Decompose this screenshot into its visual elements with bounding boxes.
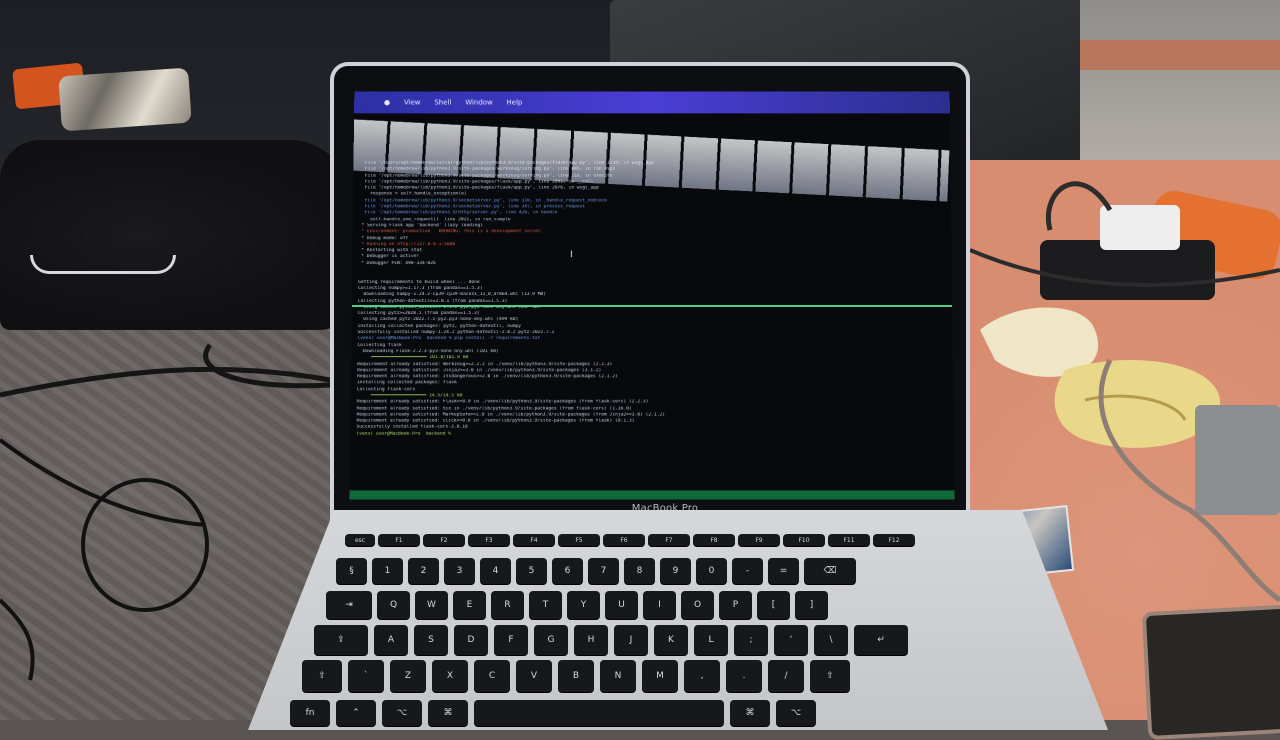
key-x[interactable]: X [432,660,468,692]
key-3[interactable]: 3 [444,558,475,584]
key-u[interactable]: U [605,591,638,619]
key-1[interactable]: 1 [372,558,403,584]
key-f[interactable]: F [494,625,528,655]
key-symbol[interactable]: § [336,558,367,584]
key-space[interactable] [474,700,724,726]
key-symbol[interactable]: , [684,660,720,692]
key-a[interactable]: A [374,625,408,655]
key-c[interactable]: C [474,660,510,692]
key-symbol[interactable]: ] [795,591,828,619]
key-r[interactable]: R [491,591,524,619]
key-f8[interactable]: F8 [693,534,735,546]
key-o[interactable]: O [681,591,714,619]
key-e[interactable]: E [453,591,486,619]
key-y[interactable]: Y [567,591,600,619]
key-symbol[interactable]: [ [757,591,790,619]
key-d[interactable]: D [454,625,488,655]
key-symbol[interactable]: \ [814,625,848,655]
key-symbol[interactable]: ↵ [854,625,908,655]
key-f7[interactable]: F7 [648,534,690,546]
key-2[interactable]: 2 [408,558,439,584]
key-f5[interactable]: F5 [558,534,600,546]
key-f12[interactable]: F12 [873,534,915,546]
key-symbol[interactable]: ⇧ [302,660,342,692]
key-symbol[interactable]: - [732,558,763,584]
key-symbol[interactable]: ⌘ [730,700,770,726]
key-f9[interactable]: F9 [738,534,780,546]
key-4[interactable]: 4 [480,558,511,584]
key-7[interactable]: 7 [588,558,619,584]
key-symbol[interactable]: ⌃ [336,700,376,726]
key-symbol[interactable]: ⌫ [804,558,856,584]
key-symbol[interactable]: ⌘ [428,700,468,726]
key-z[interactable]: Z [390,660,426,692]
key-symbol[interactable]: . [726,660,762,692]
key-w[interactable]: W [415,591,448,619]
key-symbol[interactable]: ⌥ [382,700,422,726]
key-symbol[interactable]: ' [774,625,808,655]
key-symbol[interactable]: ` [348,660,384,692]
keyboard: esc F1 F2 F3 F4 F5 F6 F7 F8 F9 F10 F11 F12 § 1 2 3 4 5 6 7 8 9… [0,0,1280,726]
key-f6[interactable]: F6 [603,534,645,546]
key-v[interactable]: V [516,660,552,692]
key-f4[interactable]: F4 [513,534,555,546]
key-j[interactable]: J [614,625,648,655]
key-f3[interactable]: F3 [468,534,510,546]
key-f10[interactable]: F10 [783,534,825,546]
key-h[interactable]: H [574,625,608,655]
key-9[interactable]: 9 [660,558,691,584]
key-symbol[interactable]: ⇥ [326,591,372,619]
key-g[interactable]: G [534,625,568,655]
key-l[interactable]: L [694,625,728,655]
key-0[interactable]: 0 [696,558,727,584]
key-symbol[interactable]: ⇪ [314,625,368,655]
key-b[interactable]: B [558,660,594,692]
key-symbol[interactable]: ; [734,625,768,655]
key-p[interactable]: P [719,591,752,619]
key-symbol[interactable]: / [768,660,804,692]
key-8[interactable]: 8 [624,558,655,584]
key-esc[interactable]: esc [345,534,375,546]
key-i[interactable]: I [643,591,676,619]
key-symbol[interactable]: ⌥ [776,700,816,726]
key-k[interactable]: K [654,625,688,655]
key-symbol[interactable]: = [768,558,799,584]
key-fn[interactable]: fn [290,700,330,726]
key-n[interactable]: N [600,660,636,692]
key-f11[interactable]: F11 [828,534,870,546]
key-f2[interactable]: F2 [423,534,465,546]
key-t[interactable]: T [529,591,562,619]
key-5[interactable]: 5 [516,558,547,584]
key-q[interactable]: Q [377,591,410,619]
key-m[interactable]: M [642,660,678,692]
key-s[interactable]: S [414,625,448,655]
key-symbol[interactable]: ⇧ [810,660,850,692]
key-f1[interactable]: F1 [378,534,420,546]
key-6[interactable]: 6 [552,558,583,584]
